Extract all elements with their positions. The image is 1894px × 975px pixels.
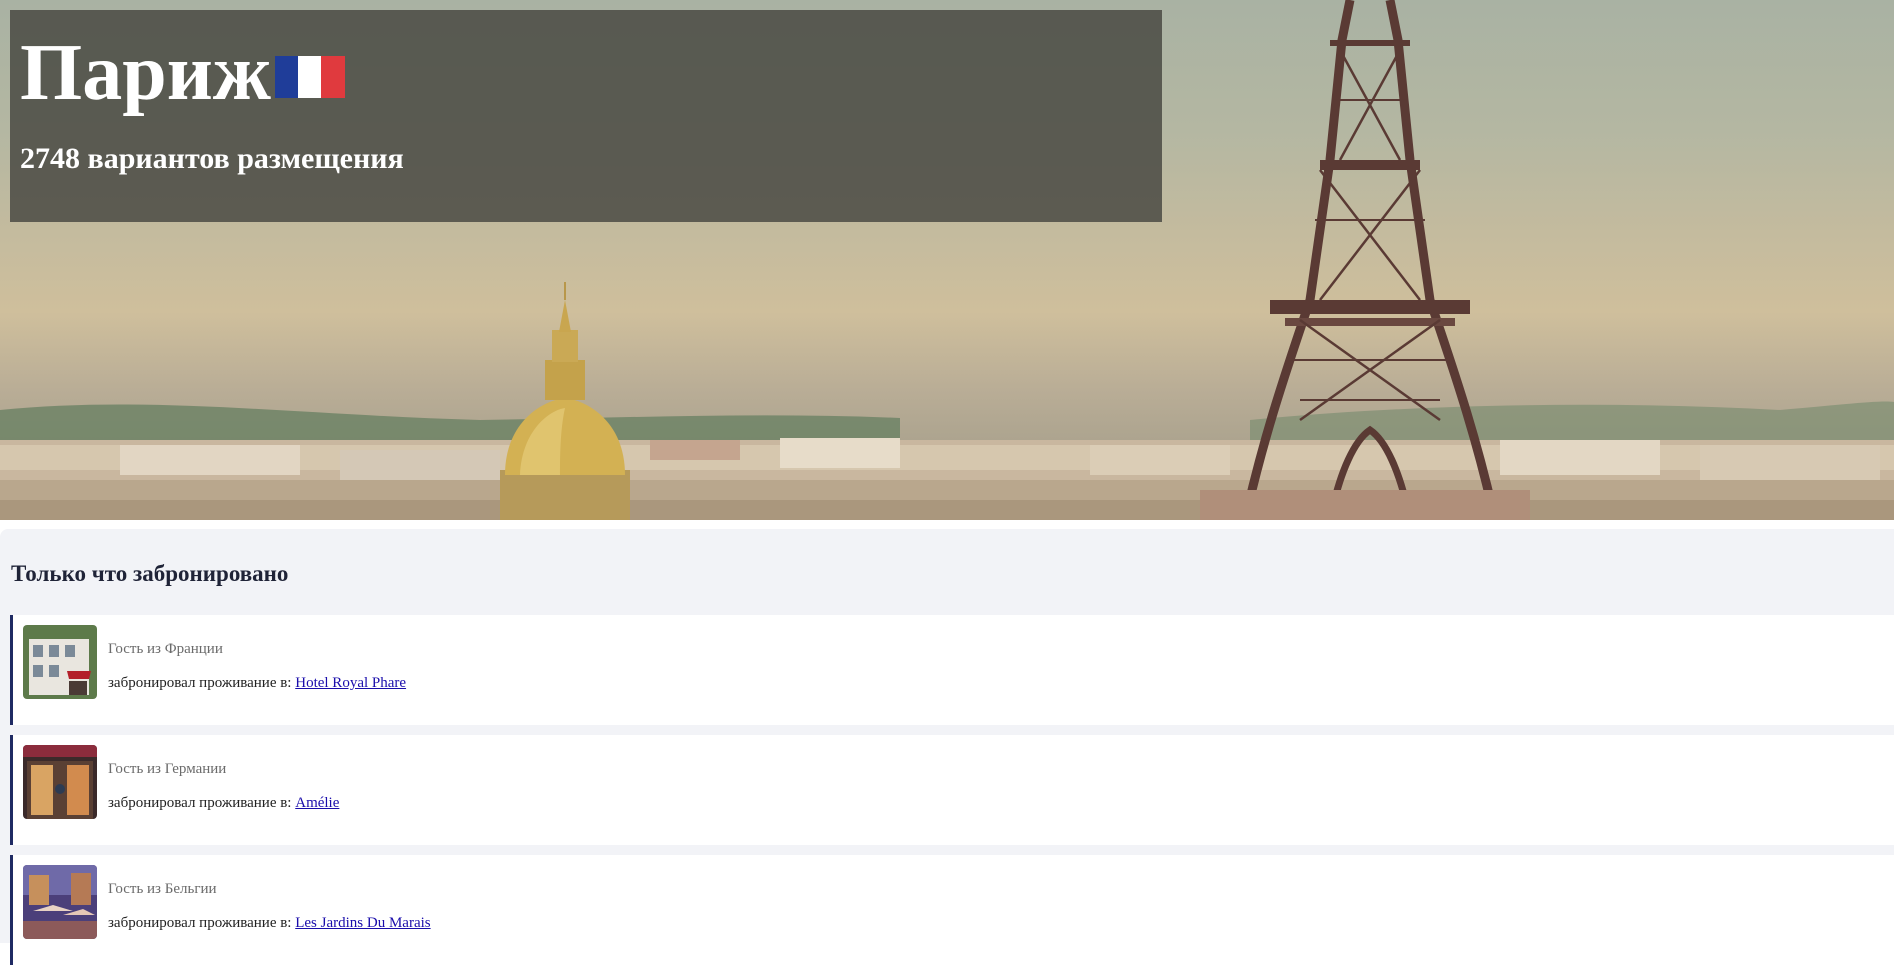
booking-details: забронировал проживание в: Hotel Royal P… bbox=[108, 675, 406, 692]
recent-bookings-heading: Только что забронировано bbox=[11, 561, 289, 586]
booking-prefix: забронировал проживание в: bbox=[108, 675, 292, 691]
dome-drawing bbox=[500, 282, 630, 520]
booking-guest-origin: Гость из Германии bbox=[108, 761, 227, 777]
flag-stripe-white bbox=[298, 56, 322, 98]
hero-info-panel: Париж 2748 вариантов размещения bbox=[10, 10, 1162, 222]
booking-item: Гость из Франции забронировал проживание… bbox=[10, 615, 1894, 725]
booking-prefix: забронировал проживание в: bbox=[108, 795, 292, 811]
accommodation-count: 2748 вариантов размещения bbox=[20, 142, 404, 175]
hotel-thumbnail[interactable] bbox=[23, 865, 97, 939]
flag-stripe-red bbox=[321, 56, 345, 98]
hotel-link[interactable]: Hotel Royal Phare bbox=[295, 675, 406, 691]
hotel-thumbnail[interactable] bbox=[23, 745, 97, 819]
hero-banner: Париж 2748 вариантов размещения bbox=[0, 0, 1894, 520]
booking-details: забронировал проживание в: Les Jardins D… bbox=[108, 915, 431, 932]
hotel-link[interactable]: Les Jardins Du Marais bbox=[295, 915, 430, 931]
booking-list: Гость из Франции забронировал проживание… bbox=[10, 615, 1894, 975]
booking-guest-origin: Гость из Бельгии bbox=[108, 881, 217, 897]
france-flag-icon bbox=[274, 56, 345, 98]
booking-item: Гость из Германии забронировал проживани… bbox=[10, 735, 1894, 845]
booking-prefix: забронировал проживание в: bbox=[108, 915, 292, 931]
booking-item: Гость из Бельгии забронировал проживание… bbox=[10, 855, 1894, 965]
booking-details: забронировал проживание в: Amélie bbox=[108, 795, 339, 812]
hotel-link[interactable]: Amélie bbox=[295, 795, 339, 811]
recent-bookings-section: Только что забронировано Гость из Франци… bbox=[0, 529, 1894, 965]
hotel-thumbnail[interactable] bbox=[23, 625, 97, 699]
booking-guest-origin: Гость из Франции bbox=[108, 641, 223, 657]
hero-title-row: Париж bbox=[20, 28, 1152, 118]
page-title: Париж bbox=[20, 29, 271, 117]
flag-stripe-blue bbox=[274, 56, 299, 98]
